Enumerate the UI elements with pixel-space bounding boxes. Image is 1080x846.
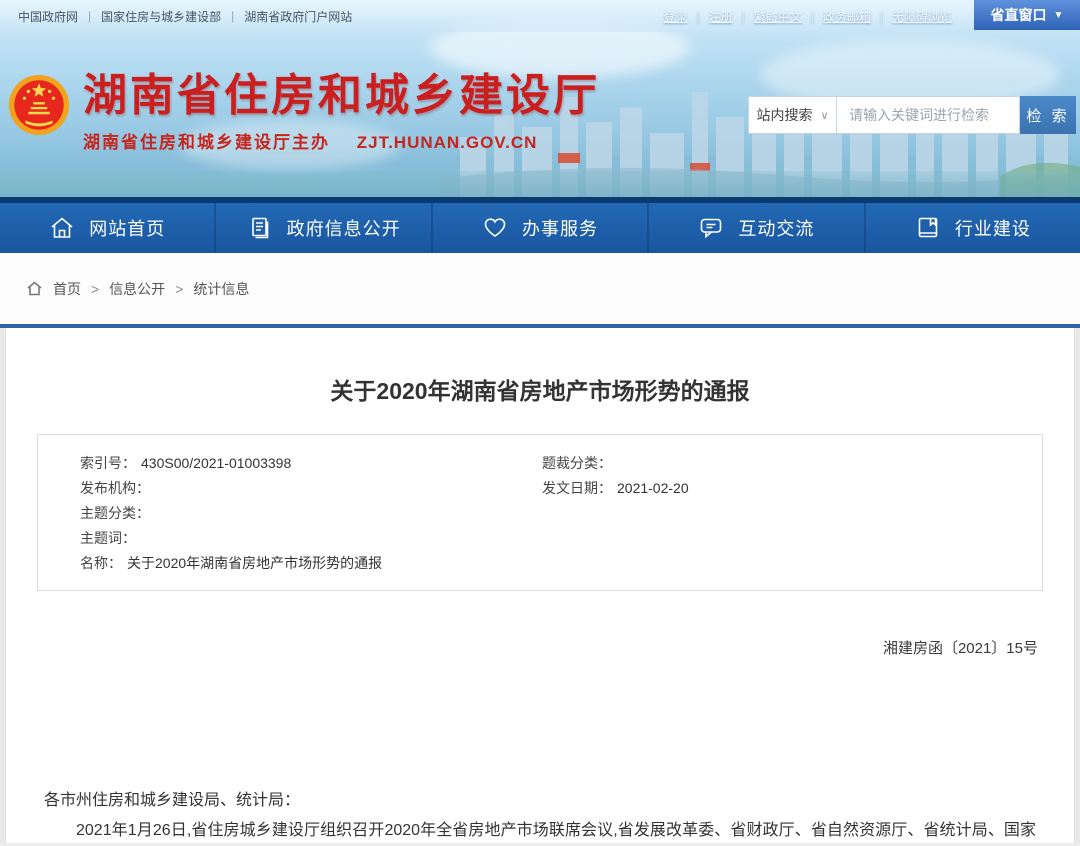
nav-label: 互动交流 [738,215,814,241]
breadcrumb-info-disclosure[interactable]: 信息公开 [109,279,165,299]
national-emblem-logo [8,74,70,136]
login-link[interactable]: 登录 [663,8,687,25]
breadcrumb-statistics[interactable]: 统计信息 [193,279,249,299]
search-scope-select[interactable]: 站内搜索 ∨ [748,96,836,134]
link-mohurd[interactable]: 国家住房与城乡建设部 [101,8,221,25]
breadcrumb-separator: > [91,281,99,297]
brand-text: 湖南省住房和城乡建设厅 湖南省住房和城乡建设厅主办 ZJT.HUNAN.GOV.… [83,70,600,153]
traditional-chinese-link[interactable]: 繁體中文 [754,8,802,25]
separator: | [696,9,699,23]
nav-item-interaction[interactable]: 互动交流 [649,203,865,253]
site-search: 站内搜索 ∨ 检 索 [748,96,1076,134]
chevron-down-icon: ∨ [820,109,828,122]
meta-right-column: 题裁分类： 发文日期：2021-02-20 [542,451,1042,576]
meta-keywords: 主题词： [80,526,542,551]
link-china-gov[interactable]: 中国政府网 [18,8,78,25]
water-decoration [0,171,1080,197]
breadcrumb: 首页 > 信息公开 > 统计信息 [0,253,1080,324]
nav-item-services[interactable]: 办事服务 [433,203,649,253]
meta-issuing-agency: 发布机构： [80,476,542,501]
top-right-links: 登录 | 注册 | 繁體中文 | 政务邮箱 | 无障碍浏览 [663,8,952,25]
meta-left-column: 索引号：430S00/2021-01003398 发布机构： 主题分类： 主题词… [80,451,542,576]
nav-item-home[interactable]: 网站首页 [0,203,216,253]
home-icon [49,215,75,241]
separator: | [88,9,91,23]
nav-label: 办事服务 [522,215,598,241]
body-paragraph: 2021年1月26日,省住房城乡建设厅组织召开2020年全省房地产市场联席会议,… [44,816,1036,843]
top-left-links: 中国政府网 | 国家住房与城乡建设部 | 湖南省政府门户网站 [18,8,352,25]
breadcrumb-home[interactable]: 首页 [53,279,81,299]
nav-label: 行业建设 [955,215,1031,241]
article-body: 各市州住房和城乡建设局、统计局： 2021年1月26日,省住房城乡建设厅组织召开… [44,786,1036,843]
link-hunan-portal[interactable]: 湖南省政府门户网站 [244,8,352,25]
search-scope-label: 站内搜索 [756,105,812,125]
breadcrumb-separator: > [175,281,183,297]
page-title: 关于2020年湖南省房地产市场形势的通报 [6,328,1074,406]
heart-icon [482,215,508,241]
book-icon [915,215,941,241]
chat-icon [698,215,724,241]
meta-name: 名称：关于2020年湖南省房地产市场形势的通报 [80,551,542,576]
document-meta-box: 索引号：430S00/2021-01003398 发布机构： 主题分类： 主题词… [37,434,1043,591]
search-button[interactable]: 检 索 [1020,96,1076,134]
meta-index-number: 索引号：430S00/2021-01003398 [80,451,542,476]
site-header: 中国政府网 | 国家住房与城乡建设部 | 湖南省政府门户网站 登录 | 注册 |… [0,0,1080,197]
separator: | [811,9,814,23]
site-subtitle: 湖南省住房和城乡建设厅主办 ZJT.HUNAN.GOV.CN [83,128,600,153]
salutation: 各市州住房和城乡建设局、统计局： [44,786,1036,816]
nav-label: 网站首页 [89,215,165,241]
register-link[interactable]: 注册 [709,8,733,25]
nav-label: 政府信息公开 [287,215,401,241]
provincial-portal-dropdown[interactable]: 省直窗口 ▼ [974,0,1080,30]
search-input[interactable] [836,96,1020,134]
separator: | [742,9,745,23]
document-number: 湘建房函〔2021〕15号 [6,637,1074,658]
main-nav: 网站首页 政府信息公开 办事服务 互动交流 行业建设 [0,197,1080,253]
sponsor-text: 湖南省住房和城乡建设厅主办 [83,133,330,152]
chevron-down-icon: ▼ [1054,10,1064,21]
separator: | [880,9,883,23]
gov-mail-link[interactable]: 政务邮箱 [823,8,871,25]
nav-item-industry[interactable]: 行业建设 [866,203,1080,253]
meta-issue-date: 发文日期：2021-02-20 [542,476,1042,501]
site-brand[interactable]: 湖南省住房和城乡建设厅 湖南省住房和城乡建设厅主办 ZJT.HUNAN.GOV.… [8,70,600,153]
portal-label: 省直窗口 [991,5,1047,25]
meta-genre-category: 题裁分类： [542,451,1042,476]
meta-topic-category: 主题分类： [80,501,542,526]
top-utility-bar: 中国政府网 | 国家住房与城乡建设部 | 湖南省政府门户网站 登录 | 注册 |… [0,0,1080,32]
content-area: 关于2020年湖南省房地产市场形势的通报 索引号：430S00/2021-010… [0,328,1080,843]
site-title: 湖南省住房和城乡建设厅 [83,70,600,122]
separator: | [231,9,234,23]
document-icon [247,215,273,241]
nav-item-gov-info[interactable]: 政府信息公开 [216,203,432,253]
article-panel: 关于2020年湖南省房地产市场形势的通报 索引号：430S00/2021-010… [5,328,1075,843]
accessibility-link[interactable]: 无障碍浏览 [892,8,952,25]
site-domain: ZJT.HUNAN.GOV.CN [357,133,538,152]
home-icon [26,280,43,297]
